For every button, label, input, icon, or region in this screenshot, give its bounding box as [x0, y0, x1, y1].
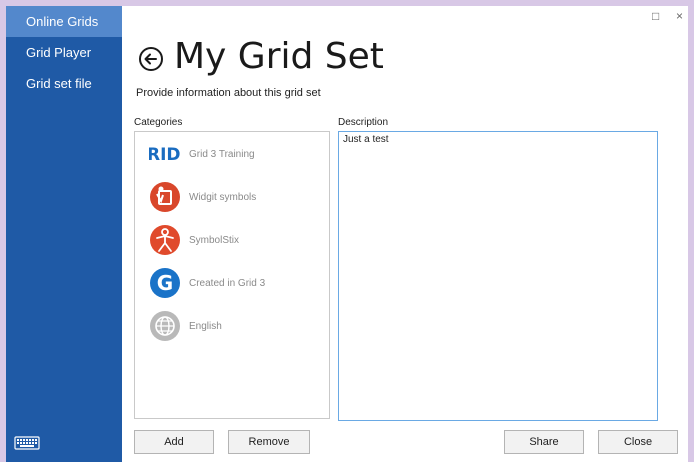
symbolstix-logo-icon [150, 225, 180, 255]
add-button[interactable]: Add [134, 430, 214, 454]
category-label: Created in Grid 3 [189, 277, 266, 289]
close-icon[interactable]: × [676, 9, 683, 23]
category-grid-3-training[interactable]: RID) Grid 3 Training [149, 138, 255, 170]
sidebar-item-grid-set-file[interactable]: Grid set file [6, 68, 122, 99]
grid-training-logo-icon: RID) [149, 145, 181, 165]
globe-icon [150, 311, 180, 341]
share-button[interactable]: Share [504, 430, 584, 454]
page-subtitle: Provide information about this grid set [136, 87, 321, 99]
keyboard-icon[interactable] [14, 435, 40, 456]
close-button[interactable]: Close [598, 430, 678, 454]
category-symbolstix[interactable]: SymbolStix [149, 224, 239, 256]
widgit-logo-icon [150, 182, 180, 212]
categories-label: Categories [134, 117, 183, 128]
sidebar-item-online-grids[interactable]: Online Grids [6, 6, 122, 37]
maximize-icon[interactable]: □ [652, 9, 659, 23]
category-label: Widgit symbols [189, 191, 257, 203]
svg-text:RID): RID) [149, 145, 181, 165]
category-label: Grid 3 Training [189, 148, 255, 160]
category-widgit-symbols[interactable]: Widgit symbols [149, 181, 256, 213]
category-english[interactable]: English [149, 310, 222, 342]
sidebar: Online Grids Grid Player Grid set file [6, 6, 122, 462]
page-title: My Grid Set [174, 36, 384, 77]
category-created-in-grid-3[interactable]: G Created in Grid 3 [149, 267, 265, 299]
category-label: SymbolStix [189, 234, 240, 246]
main-panel: □ × My Grid Set Provide information abou… [122, 6, 688, 462]
svg-text:G: G [157, 271, 173, 295]
description-label: Description [338, 117, 389, 128]
categories-list[interactable]: RID) Grid 3 Training Widgit symbols Symb… [134, 131, 330, 419]
remove-button[interactable]: Remove [228, 430, 310, 454]
grid3-logo-icon: G [150, 268, 180, 298]
back-arrow-icon[interactable] [138, 46, 164, 77]
category-label: English [189, 320, 222, 332]
description-textarea[interactable]: Just a test [338, 131, 658, 421]
sidebar-item-grid-player[interactable]: Grid Player [6, 37, 122, 68]
